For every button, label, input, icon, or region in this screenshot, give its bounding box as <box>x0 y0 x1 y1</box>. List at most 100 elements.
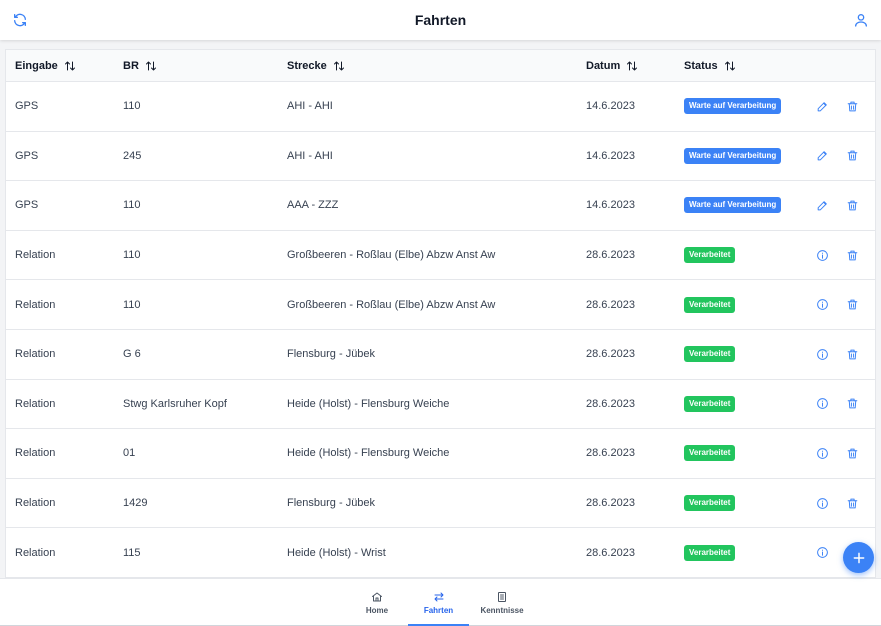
table-row: Relation 01 Heide (Holst) - Flensburg Weic… <box>6 429 875 479</box>
cell-strecke: AHI - AHI <box>287 149 333 162</box>
sort-icon <box>333 61 344 71</box>
delete-button[interactable] <box>846 479 859 528</box>
cell-br: 1429 <box>123 497 148 510</box>
status-badge: Verarbeitet <box>684 247 736 264</box>
column-header-status[interactable]: Status <box>684 50 736 82</box>
cell-br: 115 <box>123 546 141 559</box>
column-header-strecke[interactable]: Strecke <box>287 50 345 82</box>
table-body: GPS 110 AHI - AHI 14.6.2023 Warte auf Verarb… <box>6 82 875 578</box>
trash-icon <box>847 200 858 211</box>
edit-button[interactable] <box>816 132 829 181</box>
status-badge: Warte auf Verarbeitung <box>684 197 782 214</box>
delete-button[interactable] <box>846 429 859 478</box>
info-icon <box>817 249 828 261</box>
cell-eingabe: GPS <box>15 149 39 162</box>
status-badge: Verarbeitet <box>684 445 736 462</box>
sort-icon <box>627 61 638 71</box>
cell-strecke: Flensburg - Jübek <box>287 348 376 361</box>
column-header-datum[interactable]: Datum <box>586 50 638 82</box>
delete-button[interactable] <box>846 280 859 329</box>
cell-br: 110 <box>123 199 141 212</box>
tab-label: Home <box>365 605 389 615</box>
cell-br: 245 <box>123 149 142 162</box>
tab-home[interactable]: Home <box>345 579 409 626</box>
column-label: Eingabe <box>15 60 58 72</box>
cell-strecke: Heide (Holst) - Flensburg Weiche <box>287 447 450 460</box>
column-header-br[interactable]: BR <box>123 50 157 82</box>
cell-status: Verarbeitet <box>684 479 736 528</box>
delete-button[interactable] <box>846 380 859 429</box>
tab-label: Kenntnisse <box>480 605 524 615</box>
status-badge: Verarbeitet <box>684 346 736 363</box>
info-button[interactable] <box>816 380 829 429</box>
cell-eingabe: Relation <box>15 249 56 262</box>
info-icon <box>817 547 828 559</box>
add-fahrt-button[interactable] <box>843 542 874 573</box>
cell-status: Verarbeitet <box>684 280 736 329</box>
sort-icon <box>145 61 156 71</box>
info-button[interactable] <box>816 330 829 379</box>
delete-button[interactable] <box>846 82 859 131</box>
table-row: Relation 110 Großbeeren - Roßlau (Elbe) Ab… <box>6 231 875 281</box>
document-icon <box>498 591 506 602</box>
fahrten-table: Eingabe BR Strecke Datum Status GPS 110 AH… <box>5 49 876 578</box>
trash-icon <box>847 299 858 310</box>
cell-datum: 14.6.2023 <box>586 149 635 162</box>
status-badge: Verarbeitet <box>684 544 736 561</box>
table-row: Relation 1429 Flensburg - Jübek 28.6.2023 Ve… <box>6 479 875 529</box>
delete-button[interactable] <box>846 181 859 230</box>
cell-datum: 28.6.2023 <box>586 546 635 559</box>
column-header-eingabe[interactable]: Eingabe <box>15 50 76 82</box>
info-button[interactable] <box>816 479 829 528</box>
info-button[interactable] <box>816 280 829 329</box>
table-row: Relation 110 Großbeeren - Roßlau (Elbe) Ab… <box>6 280 875 330</box>
cell-eingabe: GPS <box>15 100 39 113</box>
info-icon <box>817 398 828 410</box>
pencil-icon <box>817 201 827 211</box>
delete-button[interactable] <box>846 231 859 280</box>
edit-button[interactable] <box>816 82 829 131</box>
cell-status: Verarbeitet <box>684 330 736 379</box>
cell-status: Verarbeitet <box>684 528 736 577</box>
page-title: Fahrten <box>414 12 467 28</box>
home-icon <box>372 592 382 601</box>
cell-status: Warte auf Verarbeitung <box>684 132 782 181</box>
info-button[interactable] <box>816 528 829 577</box>
cell-status: Warte auf Verarbeitung <box>684 181 782 230</box>
status-badge: Verarbeitet <box>684 296 736 313</box>
info-button[interactable] <box>816 429 829 478</box>
user-icon[interactable] <box>853 12 869 28</box>
table-row: Relation Stwg Karlsruher Kopf Heide (Holst… <box>6 380 875 430</box>
info-icon <box>817 497 828 509</box>
column-label: BR <box>123 60 139 72</box>
cell-br: 01 <box>123 447 136 460</box>
cell-br: 110 <box>123 298 141 311</box>
trash-icon <box>847 151 858 161</box>
delete-button[interactable] <box>846 330 859 379</box>
edit-button[interactable] <box>816 181 829 230</box>
page-content: Eingabe BR Strecke Datum Status GPS 110 AH… <box>0 40 881 578</box>
refresh-icon[interactable] <box>12 12 28 28</box>
trash-icon <box>847 399 858 409</box>
cell-eingabe: GPS <box>15 199 39 212</box>
cell-strecke: Heide (Holst) - Wrist <box>287 546 386 559</box>
info-button[interactable] <box>816 231 829 280</box>
cell-strecke: Heide (Holst) - Flensburg Weiche <box>287 397 450 410</box>
cell-eingabe: Relation <box>15 397 56 410</box>
trash-icon <box>847 498 858 508</box>
table-header: Eingabe BR Strecke Datum Status <box>6 50 875 82</box>
tab-fahrten[interactable]: Fahrten <box>408 579 469 626</box>
table-row: GPS 110 AHI - AHI 14.6.2023 Warte auf Verarb… <box>6 82 875 132</box>
cell-status: Verarbeitet <box>684 231 736 280</box>
delete-button[interactable] <box>846 132 859 181</box>
column-label: Strecke <box>287 60 327 72</box>
swap-arrows-icon <box>434 592 443 601</box>
cell-eingabe: Relation <box>15 298 56 311</box>
column-label: Status <box>684 60 718 72</box>
sort-icon <box>64 61 75 71</box>
tab-kenntnisse[interactable]: Kenntnisse <box>469 579 535 626</box>
cell-datum: 14.6.2023 <box>586 100 635 113</box>
cell-strecke: Flensburg - Jübek <box>287 497 376 510</box>
status-badge: Warte auf Verarbeitung <box>684 98 782 115</box>
info-icon <box>817 299 828 311</box>
